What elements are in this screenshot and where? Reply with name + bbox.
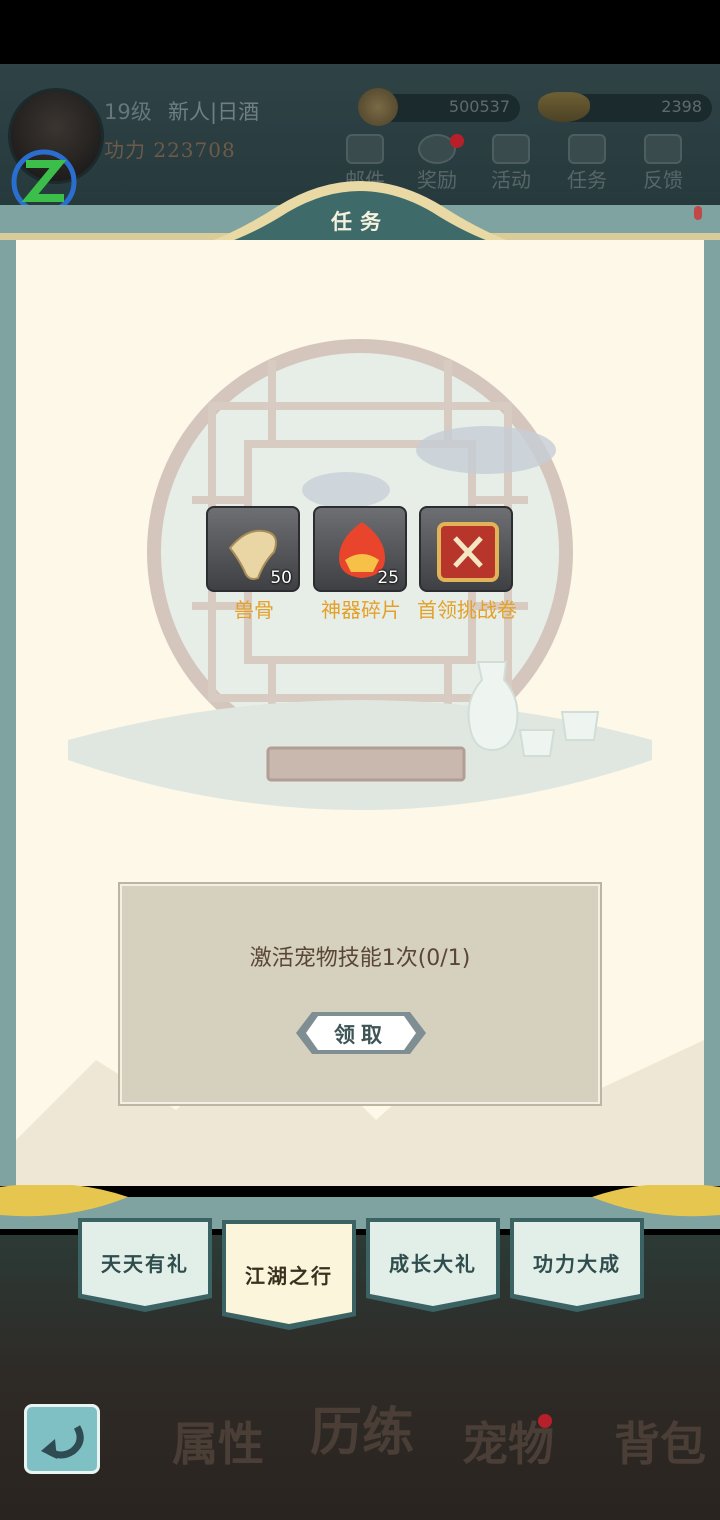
gold-value: 2398 bbox=[661, 97, 702, 116]
notification-badge bbox=[450, 134, 464, 148]
coin-value: 500537 bbox=[448, 97, 510, 116]
artifact-shard-icon: 25 bbox=[313, 506, 407, 592]
nav-backpack[interactable]: 背包 bbox=[614, 1408, 706, 1474]
feedback-button[interactable]: 反馈 bbox=[630, 132, 696, 192]
beast-bone-icon: 50 bbox=[206, 506, 300, 592]
tab-label: 江湖之行 bbox=[245, 1264, 333, 1288]
task-label: 任务 bbox=[567, 168, 607, 192]
note-icon bbox=[644, 134, 682, 164]
reward-item[interactable]: 50 兽骨 bbox=[206, 506, 302, 622]
claim-button[interactable]: 领取 bbox=[294, 1010, 428, 1056]
tab-growth-gift[interactable]: 成长大礼 bbox=[366, 1218, 500, 1316]
back-button[interactable] bbox=[24, 1404, 100, 1474]
player-name: 新人|日酒 bbox=[168, 100, 260, 124]
reward-qty: 25 bbox=[377, 568, 399, 588]
task-button[interactable]: 任务 bbox=[554, 132, 620, 192]
tab-label: 成长大礼 bbox=[389, 1252, 477, 1276]
back-arrow-icon bbox=[41, 1425, 84, 1459]
task-card: 激活宠物技能1次(0/1) 领取 bbox=[118, 882, 602, 1106]
mail-icon bbox=[346, 134, 384, 164]
reward-name: 神器碎片 bbox=[321, 598, 401, 622]
notification-badge bbox=[538, 1414, 552, 1428]
feedback-label: 反馈 bbox=[643, 168, 683, 192]
panel-title: 任务 bbox=[331, 209, 389, 234]
tab-daily-gift[interactable]: 天天有礼 bbox=[78, 1218, 212, 1316]
reward-name: 兽骨 bbox=[234, 598, 274, 622]
coin-icon bbox=[358, 88, 398, 126]
status-bar bbox=[0, 0, 720, 64]
gold-ingot-icon bbox=[538, 92, 590, 122]
tab-power-mastery[interactable]: 功力大成 bbox=[510, 1218, 644, 1316]
gold-counter[interactable]: 2398 bbox=[538, 92, 712, 122]
scroll-icon bbox=[568, 134, 606, 164]
player-level: 19级 bbox=[104, 100, 152, 124]
reward-name: 首领挑战卷 bbox=[417, 598, 517, 622]
reward-item[interactable]: 首领挑战卷 bbox=[417, 506, 517, 622]
boss-challenge-scroll-icon bbox=[419, 506, 513, 592]
close-indicator bbox=[694, 206, 702, 220]
nav-training[interactable]: 历练 bbox=[310, 1390, 414, 1465]
player-power: 功力 223708 bbox=[104, 138, 236, 162]
tab-label: 功力大成 bbox=[533, 1252, 621, 1276]
coin-counter[interactable]: 500537 bbox=[358, 88, 520, 126]
task-description: 激活宠物技能1次(0/1) bbox=[249, 946, 471, 971]
tab-label: 天天有礼 bbox=[101, 1252, 189, 1276]
reward-qty: 50 bbox=[270, 568, 292, 588]
claim-label: 领取 bbox=[334, 1022, 388, 1047]
chest-icon bbox=[492, 134, 530, 164]
tab-jianghu-journey[interactable]: 江湖之行 bbox=[222, 1220, 356, 1330]
reward-list: 50 兽骨 25 神器碎片 首领挑战卷 bbox=[206, 506, 526, 626]
reward-item[interactable]: 25 神器碎片 bbox=[313, 506, 409, 622]
nav-attributes[interactable]: 属性 bbox=[172, 1408, 264, 1474]
